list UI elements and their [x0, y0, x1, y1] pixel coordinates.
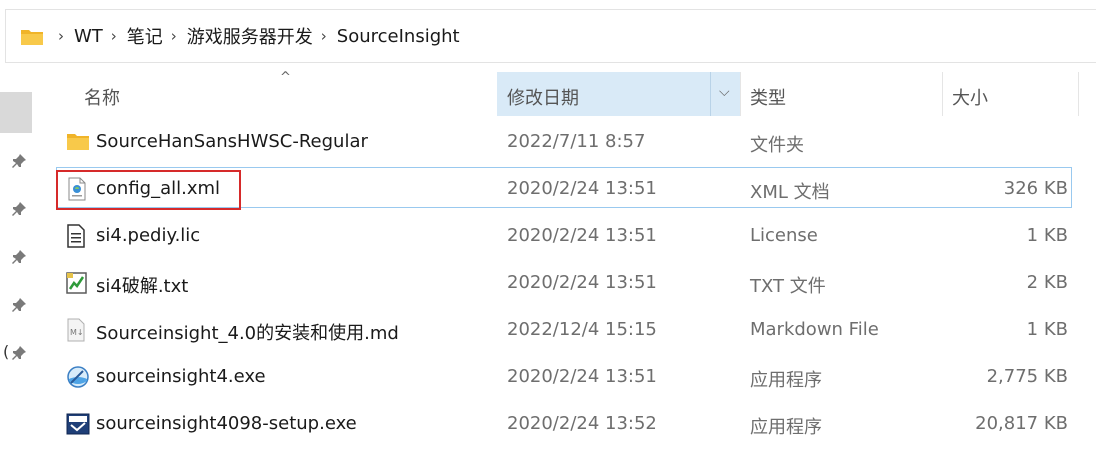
- pin-icon[interactable]: [10, 248, 28, 266]
- file-date: 2020/2/24 13:51: [507, 366, 657, 387]
- breadcrumb-item-game-server-dev[interactable]: 游戏服务器开发: [187, 23, 313, 49]
- installer-app-icon: [66, 412, 90, 435]
- file-row[interactable]: SourceHanSansHWSC-Regular 2022/7/11 8:57…: [56, 120, 1074, 167]
- file-size: 326 KB: [1003, 178, 1068, 199]
- file-date: 2022/7/11 8:57: [507, 131, 646, 152]
- file-name: Sourceinsight_4.0的安装和使用.md: [96, 323, 399, 344]
- file-type: License: [750, 225, 818, 246]
- file-size: 20,817 KB: [975, 413, 1068, 434]
- txt-file-icon: [66, 271, 88, 294]
- navigation-pane: (: [0, 70, 34, 466]
- breadcrumb-item-sourceinsight[interactable]: SourceInsight: [337, 26, 460, 47]
- file-date: 2020/2/24 13:51: [507, 178, 657, 199]
- file-size: 2,775 KB: [986, 366, 1068, 387]
- chevron-right-icon[interactable]: ›: [321, 27, 327, 45]
- pin-icon[interactable]: [10, 296, 28, 314]
- file-date: 2020/2/24 13:51: [507, 272, 657, 293]
- file-date: 2020/2/24 13:51: [507, 225, 657, 246]
- svg-text:M↓: M↓: [70, 328, 84, 337]
- file-type: Markdown File: [750, 319, 879, 340]
- file-size: 2 KB: [1026, 272, 1068, 293]
- file-type: XML 文档: [750, 182, 830, 203]
- column-resize-handle[interactable]: [1078, 72, 1079, 116]
- file-type: TXT 文件: [750, 276, 826, 297]
- sourceinsight-app-icon: [66, 365, 89, 388]
- column-size-header[interactable]: 大小: [952, 84, 988, 110]
- file-type: 文件夹: [750, 135, 804, 156]
- breadcrumb-item-wt[interactable]: WT: [74, 26, 103, 47]
- column-resize-handle[interactable]: [740, 72, 741, 116]
- file-date: 2020/2/24 13:52: [507, 413, 657, 434]
- markdown-file-icon: M↓: [66, 318, 88, 342]
- highlight-annotation-box: [56, 170, 241, 210]
- pin-icon[interactable]: [10, 152, 28, 170]
- file-row[interactable]: si4.pediy.lic 2020/2/24 13:51 License 1 …: [56, 214, 1074, 261]
- pin-icon[interactable]: [10, 200, 28, 218]
- file-row[interactable]: si4破解.txt 2020/2/24 13:51 TXT 文件 2 KB: [56, 261, 1074, 308]
- nav-truncated-label: (: [3, 342, 10, 361]
- file-name: SourceHanSansHWSC-Regular: [96, 131, 368, 152]
- file-size: 1 KB: [1026, 319, 1068, 340]
- column-header: 名称 ^ 修改日期 ⌵ 类型 大小: [66, 70, 1080, 116]
- file-row[interactable]: sourceinsight4.exe 2020/2/24 13:51 应用程序 …: [56, 355, 1074, 402]
- column-date-header[interactable]: 修改日期 ⌵: [497, 72, 740, 116]
- file-type: 应用程序: [750, 417, 822, 438]
- file-type: 应用程序: [750, 370, 822, 391]
- file-name: sourceinsight4.exe: [96, 366, 266, 387]
- folder-icon: [66, 130, 89, 152]
- sort-ascending-icon: ^: [280, 70, 291, 85]
- address-bar[interactable]: › WT › 笔记 › 游戏服务器开发 › SourceInsight: [5, 9, 1096, 63]
- pin-icon[interactable]: [10, 344, 28, 362]
- chevron-down-icon[interactable]: ⌵: [719, 84, 730, 100]
- column-date-label: 修改日期: [507, 88, 579, 109]
- file-name: sourceinsight4098-setup.exe: [96, 413, 357, 434]
- breadcrumb: › WT › 笔记 › 游戏服务器开发 › SourceInsight: [50, 23, 460, 49]
- column-type-header[interactable]: 类型: [750, 84, 786, 110]
- column-resize-handle[interactable]: [942, 72, 943, 116]
- chevron-right-icon[interactable]: ›: [171, 27, 177, 45]
- column-divider: [710, 72, 711, 116]
- column-name-header[interactable]: 名称: [84, 84, 120, 110]
- nav-selected-item[interactable]: [0, 92, 32, 133]
- file-name: si4破解.txt: [96, 276, 189, 297]
- chevron-right-icon[interactable]: ›: [111, 27, 117, 45]
- file-row[interactable]: sourceinsight4098-setup.exe 2020/2/24 13…: [56, 402, 1074, 449]
- file-date: 2022/12/4 15:15: [507, 319, 657, 340]
- folder-icon: [20, 27, 44, 45]
- chevron-right-icon[interactable]: ›: [58, 27, 64, 45]
- file-list: SourceHanSansHWSC-Regular 2022/7/11 8:57…: [56, 120, 1074, 449]
- file-name: si4.pediy.lic: [96, 225, 201, 246]
- file-size: 1 KB: [1026, 225, 1068, 246]
- text-file-icon: [66, 224, 88, 248]
- breadcrumb-item-notes[interactable]: 笔记: [127, 23, 163, 49]
- file-row[interactable]: M↓ Sourceinsight_4.0的安装和使用.md 2022/12/4 …: [56, 308, 1074, 355]
